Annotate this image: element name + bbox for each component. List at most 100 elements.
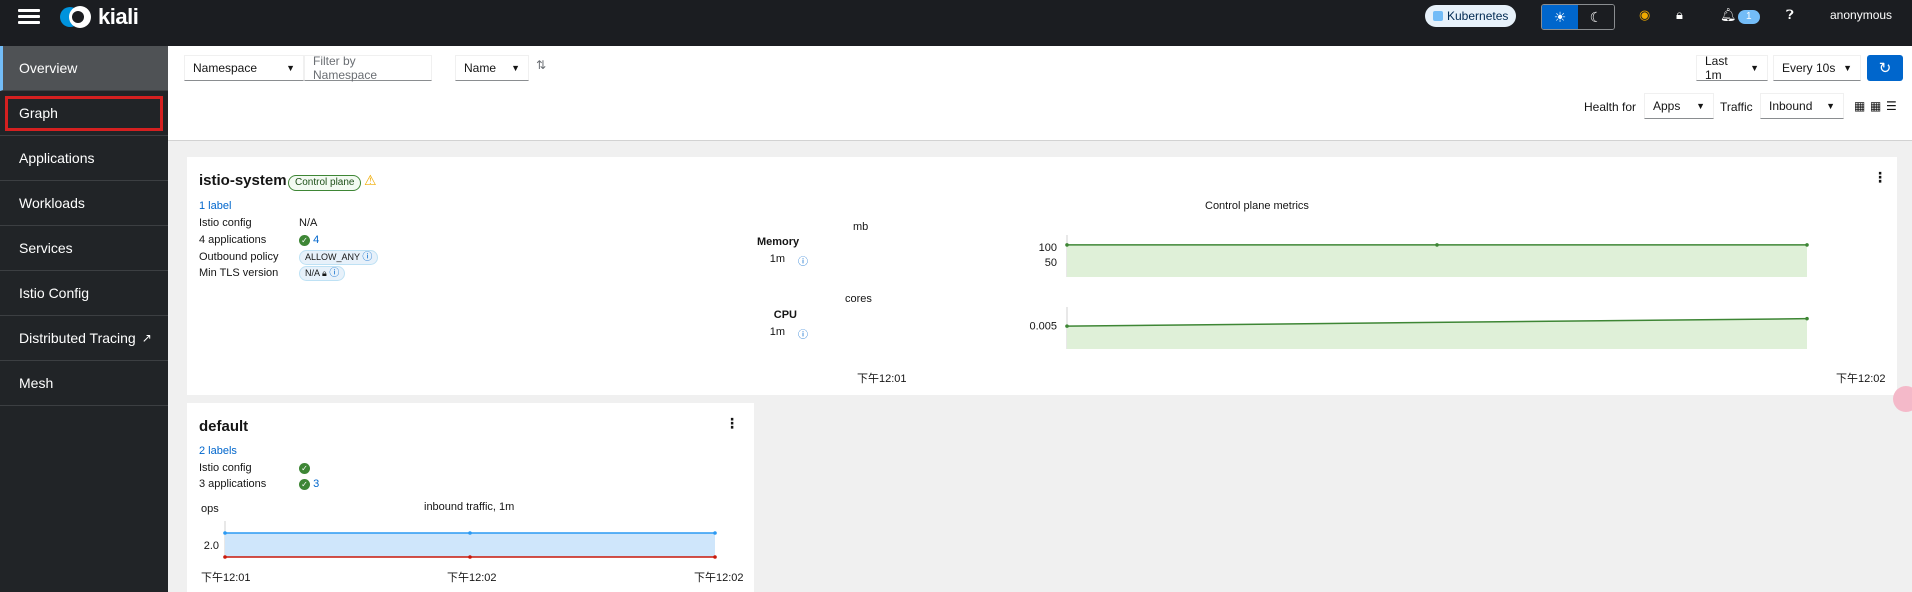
sidebar-item-distributed-tracing[interactable]: Distributed Tracing ↗ — [0, 316, 168, 361]
sidebar-item-overview[interactable]: Overview — [0, 46, 168, 91]
applications-health[interactable]: ✓ 4 — [299, 234, 319, 246]
sort-select[interactable]: Name ▼ — [455, 55, 529, 81]
sort-direction-icon[interactable]: ⇅ — [536, 58, 546, 72]
traffic-value: Inbound — [1769, 99, 1813, 113]
control-plane-badge: Control plane — [288, 175, 362, 191]
x-tick-label: 下午12:01 — [857, 373, 907, 385]
y-unit: ops — [201, 503, 219, 515]
inbound-error-series-point — [223, 555, 227, 559]
warning-icon[interactable]: ⚠ — [364, 172, 377, 189]
health-for-select[interactable]: Apps ▼ — [1644, 93, 1714, 119]
x-tick-label: 下午12:02 — [694, 572, 744, 584]
compact-view-icon[interactable]: ▦ — [1870, 99, 1881, 113]
kiali-logo[interactable]: kiali — [58, 4, 139, 30]
x-tick-label: 下午12:01 — [201, 572, 251, 584]
inbound-ok-series-point — [468, 531, 472, 535]
traffic-select[interactable]: Inbound ▼ — [1760, 93, 1844, 119]
istio-config-label: Istio config — [199, 217, 252, 229]
caret-down-icon: ▼ — [1826, 101, 1835, 111]
caret-down-icon: ▼ — [511, 63, 520, 73]
y-tick-label: 0.005 — [1029, 321, 1057, 333]
cpu-series-point — [1805, 316, 1809, 321]
sidebar-item-label: Distributed Tracing — [19, 330, 136, 346]
sidebar-item-graph[interactable]: Graph — [0, 91, 168, 136]
kebab-menu-icon[interactable]: ⋮ — [725, 415, 739, 432]
refresh-icon: ↻ — [1878, 60, 1892, 77]
list-view-icon[interactable]: ☰ — [1886, 99, 1897, 113]
info-icon[interactable]: ⓘ — [329, 268, 339, 279]
status-icon[interactable]: ◉ — [1639, 7, 1650, 23]
y-tick-label: 50 — [1045, 257, 1057, 269]
cpu-series-point — [1065, 324, 1069, 328]
sidebar: Overview Graph Applications Workloads Se… — [0, 46, 168, 592]
memory-series-point — [1805, 243, 1809, 247]
lock-icon[interactable]: 🔒︎ — [1676, 7, 1683, 23]
namespace-title[interactable]: default — [199, 418, 248, 435]
applications-count[interactable]: 4 — [313, 234, 319, 246]
labels-link[interactable]: 2 labels — [199, 445, 237, 457]
cpu-series-area — [1067, 318, 1807, 349]
cluster-badge-label: Kubernetes — [1447, 9, 1509, 23]
sun-icon[interactable]: ☀ — [1542, 5, 1578, 29]
memory-series-area — [1067, 244, 1807, 277]
brand-name: kiali — [98, 4, 139, 29]
inbound-ok-series-point — [223, 531, 227, 535]
outbound-policy-value: ALLOW_ANY — [305, 252, 360, 262]
time-range-select[interactable]: Last 1m ▼ — [1696, 54, 1768, 82]
kiali-logo-icon — [58, 5, 94, 29]
info-icon[interactable]: ⓘ — [362, 252, 372, 263]
applications-label: 4 applications — [199, 234, 267, 246]
refresh-button[interactable]: ↻ — [1867, 55, 1903, 81]
refresh-interval-select[interactable]: Every 10s ▼ — [1773, 55, 1861, 81]
namespace-card-default: default ⋮ 2 labels Istio config ✓ 3 appl… — [187, 403, 754, 592]
bell-icon[interactable]: 🔔︎ — [1720, 7, 1737, 23]
min-tls-badge: N/A 🔒︎ ⓘ — [299, 266, 346, 281]
health-for-value: Apps — [1653, 99, 1681, 113]
sidebar-item-workloads[interactable]: Workloads — [0, 181, 168, 226]
expand-view-icon[interactable]: ▦ — [1854, 99, 1865, 113]
sidebar-item-mesh[interactable]: Mesh — [0, 361, 168, 406]
control-plane-chart: 100 50 0.005 — [1029, 235, 1809, 349]
user-menu[interactable]: anonymous — [1830, 8, 1892, 22]
y-tick-label: 100 — [1039, 242, 1057, 254]
chart-title: inbound traffic, 1m — [424, 501, 515, 513]
external-link-icon: ↗ — [141, 331, 152, 345]
kebab-menu-icon[interactable]: ⋮ — [1873, 169, 1887, 186]
lock-icon: 🔒︎ — [322, 268, 327, 278]
caret-down-icon: ▼ — [1696, 101, 1705, 111]
sidebar-item-istio-config[interactable]: Istio Config — [0, 271, 168, 316]
help-icon[interactable]: ❓︎ — [1786, 7, 1794, 23]
namespace-filter-input[interactable]: Filter by Namespace — [304, 54, 432, 82]
applications-count[interactable]: 3 — [313, 478, 319, 490]
sidebar-item-applications[interactable]: Applications — [0, 136, 168, 181]
applications-health[interactable]: ✓ 3 — [299, 478, 319, 490]
health-for-label: Health for — [1584, 100, 1637, 114]
inbound-error-series-point — [468, 555, 472, 559]
menu-icon[interactable] — [18, 6, 40, 28]
x-tick-label: 下午12:02 — [1836, 373, 1886, 385]
inbound-ok-series-area — [225, 533, 715, 557]
min-tls-value: N/A — [305, 268, 320, 278]
namespace-title[interactable]: istio-system — [199, 172, 287, 189]
caret-down-icon: ▼ — [1750, 63, 1759, 73]
labels-link[interactable]: 1 label — [199, 200, 231, 212]
time-range-value: Last 1m — [1705, 54, 1728, 82]
caret-down-icon: ▼ — [286, 63, 295, 73]
sidebar-item-services[interactable]: Services — [0, 226, 168, 271]
inbound-ok-series-point — [713, 531, 717, 535]
toolbar: Namespace ▼ Filter by Namespace Name ▼ ⇅… — [168, 46, 1912, 141]
notification-count[interactable]: 1 — [1738, 10, 1760, 24]
y-tick-label: 2.0 — [204, 540, 219, 552]
applications-label: 3 applications — [199, 478, 267, 490]
outbound-policy-badge: ALLOW_ANY ⓘ — [299, 250, 379, 265]
istio-config-status[interactable]: ✓ — [299, 462, 310, 474]
istio-config-value: N/A — [299, 217, 318, 229]
refresh-interval-value: Every 10s — [1782, 61, 1836, 75]
theme-toggle[interactable]: ☀ ☾ — [1541, 4, 1615, 30]
memory-period: 1m — [769, 253, 785, 265]
filter-type-value: Namespace — [193, 61, 258, 75]
moon-icon[interactable]: ☾ — [1578, 5, 1614, 29]
floating-assistant-button[interactable] — [1893, 386, 1912, 412]
istio-config-label: Istio config — [199, 462, 252, 474]
filter-type-select[interactable]: Namespace ▼ — [184, 55, 304, 81]
